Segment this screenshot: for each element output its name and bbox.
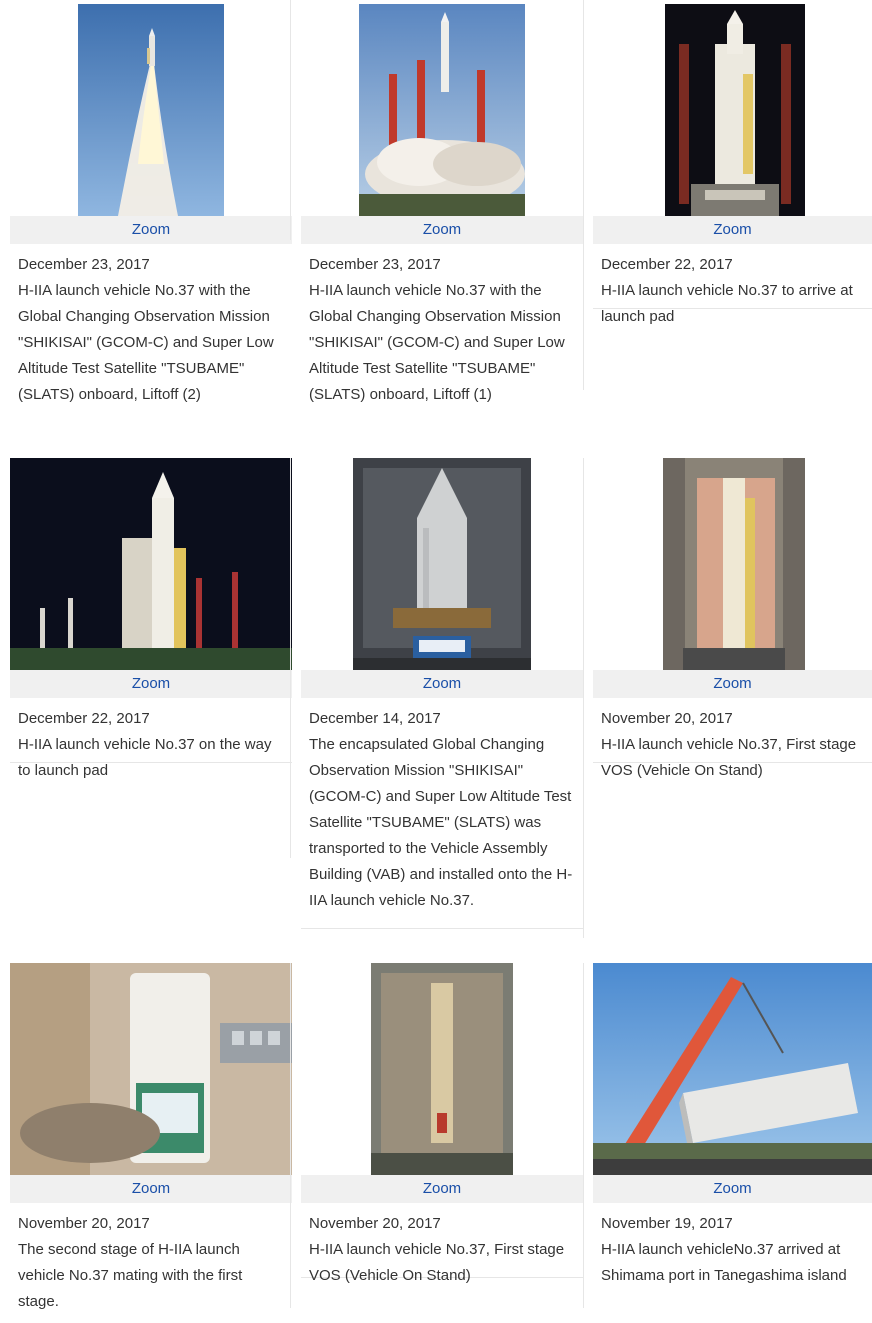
caption-date: November 20, 2017 <box>601 710 733 727</box>
zoom-link[interactable]: Zoom <box>10 1175 292 1203</box>
second-stage-mating-photo[interactable] <box>10 963 292 1175</box>
zoom-link[interactable]: Zoom <box>593 216 872 244</box>
photo-frame[interactable] <box>10 458 292 670</box>
gallery-card: Zoom November 19, 2017 H-IIA launch vehi… <box>593 963 872 1323</box>
photo-caption: December 23, 2017 H-IIA launch vehicle N… <box>301 244 583 418</box>
caption-text: The second stage of H-IIA launch vehicle… <box>18 1241 243 1310</box>
caption-text: H-IIA launch vehicle No.37, First stage … <box>309 1241 565 1284</box>
photo-caption: December 23, 2017 H-IIA launch vehicle N… <box>10 244 292 418</box>
gallery-card: Zoom December 23, 2017 H-IIA launch vehi… <box>301 4 583 418</box>
photo-caption: November 20, 2017 H-IIA launch vehicle N… <box>593 698 872 779</box>
caption-text: H-IIA launch vehicle No.37 with the Glob… <box>18 282 274 403</box>
photo-frame[interactable] <box>301 4 583 216</box>
photo-frame[interactable] <box>593 963 872 1175</box>
zoom-link[interactable]: Zoom <box>301 1175 583 1203</box>
gallery-card: Zoom November 20, 2017 H-IIA launch vehi… <box>593 458 872 779</box>
gallery-card: Zoom November 20, 2017 H-IIA launch vehi… <box>301 963 583 1284</box>
first-stage-vos-photo-1[interactable] <box>663 458 805 670</box>
caption-date: December 14, 2017 <box>309 710 441 727</box>
divider <box>290 0 291 240</box>
caption-date: November 19, 2017 <box>601 1215 733 1232</box>
crane-unloading-photo[interactable] <box>593 963 872 1175</box>
photo-caption: December 22, 2017 H-IIA launch vehicle N… <box>10 698 292 779</box>
photo-caption: November 20, 2017 The second stage of H-… <box>10 1203 292 1323</box>
rocket-liftoff-2-photo[interactable] <box>78 4 224 216</box>
caption-text: The encapsulated Global Changing Observa… <box>309 736 573 909</box>
photo-caption: November 20, 2017 H-IIA launch vehicle N… <box>301 1203 583 1284</box>
rocket-transport-night-photo[interactable] <box>10 458 292 670</box>
photo-frame[interactable] <box>593 458 872 670</box>
divider <box>290 963 291 1308</box>
zoom-link[interactable]: Zoom <box>301 216 583 244</box>
fairing-installation-photo[interactable] <box>353 458 531 670</box>
gallery-card: Zoom December 22, 2017 H-IIA launch vehi… <box>593 4 872 325</box>
divider <box>583 0 584 390</box>
caption-text: H-IIA launch vehicle No.37 to arrive at … <box>601 282 853 325</box>
photo-frame[interactable] <box>10 963 292 1175</box>
caption-date: November 20, 2017 <box>309 1215 441 1232</box>
caption-date: December 22, 2017 <box>18 710 150 727</box>
divider <box>290 458 291 858</box>
zoom-link[interactable]: Zoom <box>593 1175 872 1203</box>
gallery-card: Zoom December 14, 2017 The encapsulated … <box>301 458 583 929</box>
caption-date: November 20, 2017 <box>18 1215 150 1232</box>
caption-date: December 22, 2017 <box>601 256 733 273</box>
photo-frame[interactable] <box>593 4 872 216</box>
divider <box>583 458 584 938</box>
rocket-liftoff-1-photo[interactable] <box>359 4 525 216</box>
gallery-card: Zoom December 22, 2017 H-IIA launch vehi… <box>10 458 292 779</box>
caption-text: H-IIA launch vehicle No.37 with the Glob… <box>309 282 565 403</box>
photo-caption: November 19, 2017 H-IIA launch vehicleNo… <box>593 1203 872 1323</box>
zoom-link[interactable]: Zoom <box>10 216 292 244</box>
photo-caption: December 22, 2017 H-IIA launch vehicle N… <box>593 244 872 325</box>
photo-gallery: Zoom December 23, 2017 H-IIA launch vehi… <box>0 0 872 1310</box>
photo-frame[interactable] <box>301 963 583 1175</box>
caption-text: H-IIA launch vehicle No.37, First stage … <box>601 736 857 779</box>
gallery-card: Zoom November 20, 2017 The second stage … <box>10 963 292 1323</box>
rocket-on-pad-night-photo[interactable] <box>665 4 805 216</box>
zoom-link[interactable]: Zoom <box>301 670 583 698</box>
photo-caption: December 14, 2017 The encapsulated Globa… <box>301 698 583 929</box>
caption-text: H-IIA launch vehicleNo.37 arrived at Shi… <box>601 1241 847 1284</box>
first-stage-vos-photo-2[interactable] <box>371 963 513 1175</box>
zoom-link[interactable]: Zoom <box>10 670 292 698</box>
photo-frame[interactable] <box>10 4 292 216</box>
divider <box>583 963 584 1308</box>
zoom-link[interactable]: Zoom <box>593 670 872 698</box>
gallery-card: Zoom December 23, 2017 H-IIA launch vehi… <box>10 4 292 418</box>
caption-date: December 23, 2017 <box>309 256 441 273</box>
photo-frame[interactable] <box>301 458 583 670</box>
caption-date: December 23, 2017 <box>18 256 150 273</box>
caption-text: H-IIA launch vehicle No.37 on the way to… <box>18 736 272 779</box>
